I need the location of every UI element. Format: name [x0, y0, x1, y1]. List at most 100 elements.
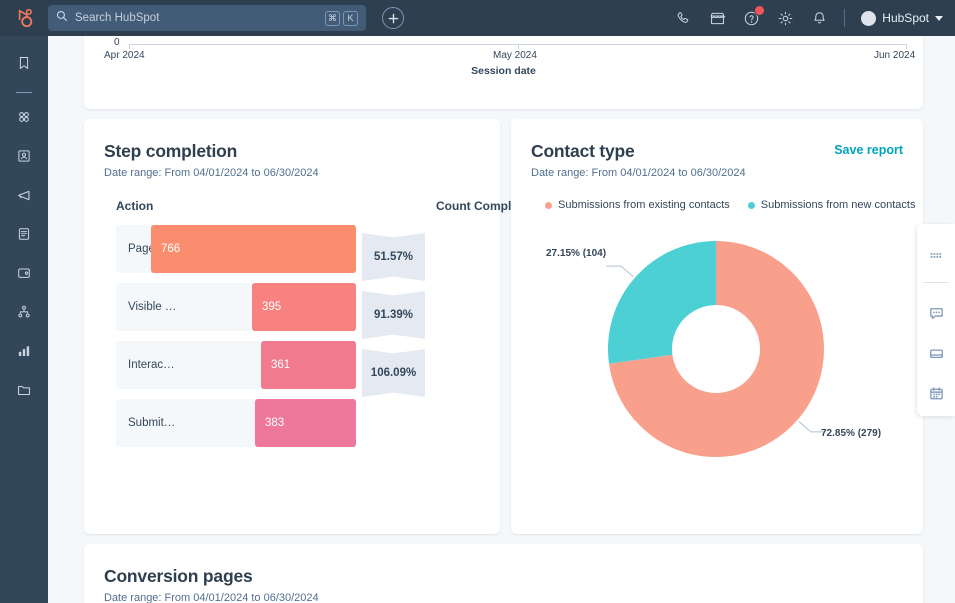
apps-grid-icon[interactable] — [917, 236, 955, 276]
right-panel-divider — [923, 282, 949, 283]
workspaces-grid-icon — [16, 109, 32, 130]
funnel-bar[interactable]: 766 — [151, 225, 356, 273]
page-title-conversion-pages: Conversion pages — [104, 566, 903, 587]
save-report-button[interactable]: Save report — [834, 143, 903, 157]
sidebar-divider — [16, 92, 32, 93]
kbd-k: K — [343, 11, 358, 26]
global-search[interactable]: ⌘ K — [48, 5, 366, 31]
funnel-step-label: Interac… — [128, 341, 175, 389]
calendar-icon[interactable] — [917, 373, 955, 413]
sidebar-item-crm[interactable] — [0, 139, 48, 178]
sidebar-item-reporting[interactable] — [0, 334, 48, 373]
sidebar-item-bookmarks[interactable] — [0, 46, 48, 85]
kbd-command: ⌘ — [325, 11, 340, 26]
step-completion-card: Step completion Date range: From 04/01/2… — [84, 119, 500, 534]
left-sidebar — [0, 36, 48, 603]
funnel-row[interactable]: Visible … 395 — [116, 283, 356, 331]
funnel-column-headers: Action Count Completion — [104, 199, 480, 213]
x-tick-label-2: Jun 2024 — [874, 50, 915, 61]
funnel-bar[interactable]: 395 — [252, 283, 356, 331]
page-title-step-completion: Step completion — [104, 141, 480, 162]
x-tick-0 — [129, 44, 130, 49]
megaphone-icon — [16, 187, 33, 209]
funnel-step-label: Visible … — [128, 283, 176, 331]
donut-chart: 27.15% (104) 72.85% (279) — [531, 217, 903, 497]
top-navigation-bar: ⌘ K HubSpot — [0, 0, 955, 36]
legend-item[interactable]: Submissions from new contacts — [748, 199, 916, 211]
donut-leader-line — [606, 266, 633, 277]
search-icon — [56, 9, 68, 27]
sessions-chart-card: 0 Apr 2024 May 2024 Jun 2024 Session dat… — [84, 36, 923, 109]
phone-icon[interactable] — [674, 9, 692, 27]
account-menu[interactable]: HubSpot — [861, 11, 943, 26]
notes-icon[interactable] — [917, 333, 955, 373]
hubspot-sprocket-logo[interactable] — [0, 7, 48, 29]
y-axis-zero-tick: 0 — [114, 37, 120, 48]
legend-color-dot — [545, 202, 552, 209]
bell-icon[interactable] — [810, 9, 828, 27]
sidebar-item-automations[interactable] — [0, 295, 48, 334]
completion-percent: 91.39% — [374, 309, 413, 321]
x-tick-2 — [906, 44, 907, 49]
search-shortcut-hint: ⌘ K — [325, 11, 358, 26]
search-input[interactable] — [75, 12, 318, 24]
sidebar-item-content[interactable] — [0, 217, 48, 256]
sidebar-item-marketing[interactable] — [0, 178, 48, 217]
conversion-date-range: Date range: From 04/01/2024 to 06/30/202… — [104, 592, 903, 603]
create-button[interactable] — [382, 7, 404, 29]
completion-percent: 51.57% — [374, 251, 413, 263]
funnel-row[interactable]: Submit… 383 — [116, 399, 356, 447]
sidebar-item-workspaces[interactable] — [0, 100, 48, 139]
x-axis-title: Session date — [84, 65, 923, 77]
funnel-row[interactable]: Interac… 361 — [116, 341, 356, 389]
step-date-range: Date range: From 04/01/2024 to 06/30/202… — [104, 167, 480, 179]
dashboard-main: 0 Apr 2024 May 2024 Jun 2024 Session dat… — [48, 36, 955, 603]
account-name: HubSpot — [882, 11, 929, 25]
funnel-chart: Page vi…766 51.57% Visible … 395 91.39% Inter… — [104, 225, 480, 447]
gear-icon[interactable] — [776, 9, 794, 27]
right-utility-panel — [917, 224, 955, 416]
funnel-step-label: Submit… — [128, 399, 175, 447]
avatar — [861, 11, 876, 26]
top-nav-actions: HubSpot — [674, 9, 955, 27]
x-tick-1 — [518, 44, 519, 49]
library-folder-icon — [16, 382, 32, 403]
contact-type-card: Contact type Date range: From 04/01/2024… — [511, 119, 923, 534]
donut-label-existing-contacts: 72.85% (279) — [821, 428, 881, 439]
contact-date-range: Date range: From 04/01/2024 to 06/30/202… — [531, 167, 903, 179]
contacts-card-icon — [16, 148, 32, 169]
funnel-row[interactable]: Page vi…766 — [116, 225, 356, 273]
sidebar-item-commerce[interactable] — [0, 256, 48, 295]
funnel-bar[interactable]: 361 — [261, 341, 356, 389]
chevron-down-icon — [935, 16, 943, 21]
legend-item[interactable]: Submissions from existing contacts — [545, 199, 730, 211]
legend-color-dot — [748, 202, 755, 209]
completion-badge: 51.57% — [362, 233, 425, 281]
completion-badge: 91.39% — [362, 291, 425, 339]
help-circle-icon[interactable] — [742, 9, 760, 27]
funnel-bar-value: 383 — [255, 417, 284, 429]
conversion-pages-card: Conversion pages Date range: From 04/01/… — [84, 544, 923, 603]
automation-nodes-icon — [16, 304, 32, 325]
bookmark-icon — [16, 55, 32, 76]
funnel-bar-value: 766 — [151, 243, 180, 255]
x-tick-label-1: May 2024 — [493, 50, 537, 61]
funnel-bar-value: 395 — [252, 301, 281, 313]
donut-legend: Submissions from existing contactsSubmis… — [531, 199, 903, 211]
marketplace-icon[interactable] — [708, 9, 726, 27]
notification-badge — [754, 5, 765, 16]
funnel-bar-value: 361 — [261, 359, 290, 371]
commerce-wallet-icon — [16, 265, 32, 286]
donut-label-new-contacts: 27.15% (104) — [546, 248, 606, 259]
column-header-count: Count — [436, 199, 471, 213]
reporting-bars-icon — [16, 343, 32, 364]
sidebar-item-library[interactable] — [0, 373, 48, 412]
nav-divider — [844, 9, 845, 27]
completion-badge: 106.09% — [362, 349, 425, 397]
legend-label: Submissions from new contacts — [761, 199, 916, 211]
completion-percent: 106.09% — [371, 367, 416, 379]
funnel-bar[interactable]: 383 — [255, 399, 356, 447]
legend-label: Submissions from existing contacts — [558, 199, 730, 211]
donut-slice[interactable] — [608, 241, 716, 364]
chat-bubble-icon[interactable] — [917, 293, 955, 333]
